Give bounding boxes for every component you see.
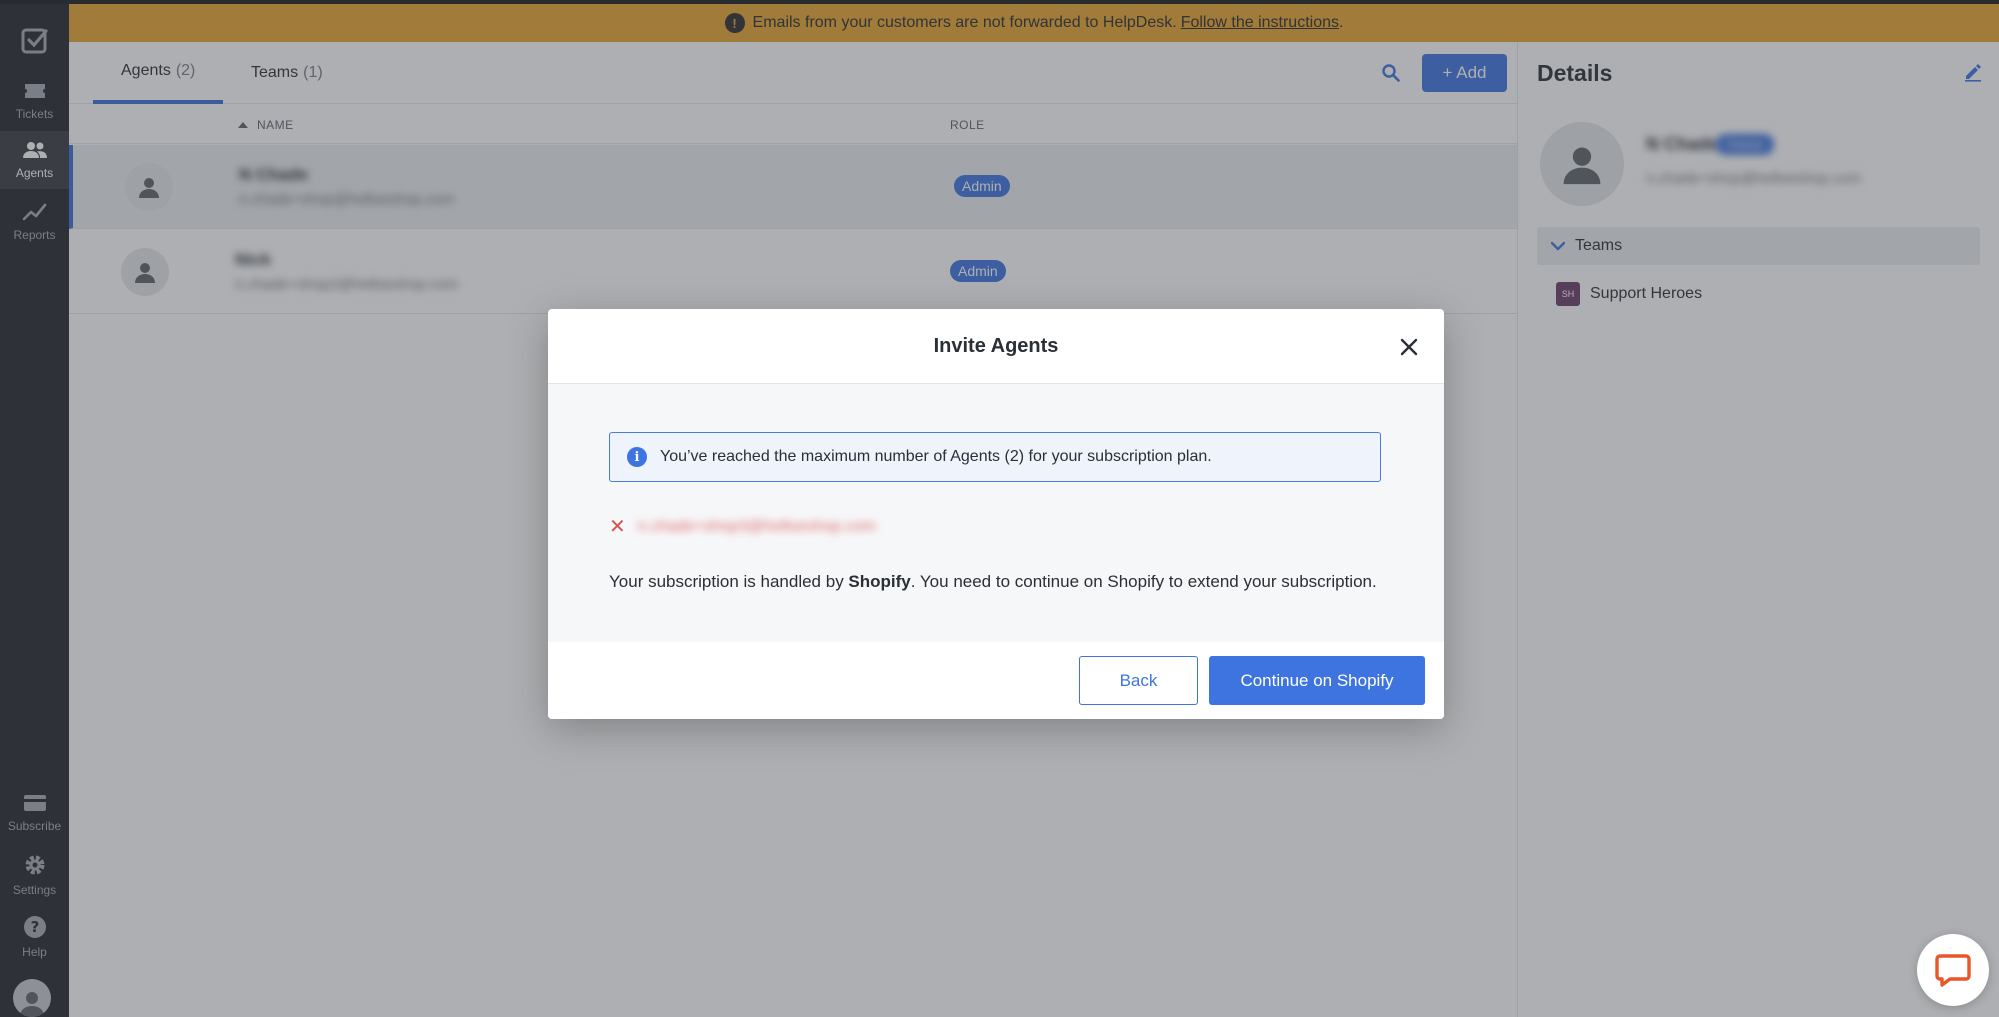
modal-footer: Back Continue on Shopify <box>548 642 1444 719</box>
chat-bubble-icon <box>1935 954 1971 987</box>
chat-launcher-button[interactable] <box>1917 934 1989 1006</box>
subscription-message: Your subscription is handled by Shopify.… <box>609 572 1377 592</box>
subscription-provider: Shopify <box>848 572 911 591</box>
modal-title: Invite Agents <box>548 309 1444 384</box>
invalid-email: n.chade+shop3@helloeshop.com <box>637 517 876 535</box>
info-icon: i <box>627 447 647 467</box>
close-icon <box>1400 338 1418 356</box>
close-button[interactable] <box>1396 334 1422 360</box>
plan-limit-text: You’ve reached the maximum number of Age… <box>660 448 1212 465</box>
invalid-invite: ✕ n.chade+shop3@helloeshop.com <box>609 514 876 539</box>
subscription-suffix: . You need to continue on Shopify to ext… <box>910 572 1377 591</box>
modal-body: i You’ve reached the maximum number of A… <box>548 384 1444 642</box>
back-button[interactable]: Back <box>1079 656 1198 705</box>
continue-on-shopify-button[interactable]: Continue on Shopify <box>1209 656 1425 705</box>
subscription-prefix: Your subscription is handled by <box>609 572 849 591</box>
invite-agents-modal: Invite Agents i You’ve reached the maxim… <box>548 309 1444 719</box>
plan-limit-notice: i You’ve reached the maximum number of A… <box>609 432 1381 482</box>
error-x-icon: ✕ <box>609 516 626 538</box>
